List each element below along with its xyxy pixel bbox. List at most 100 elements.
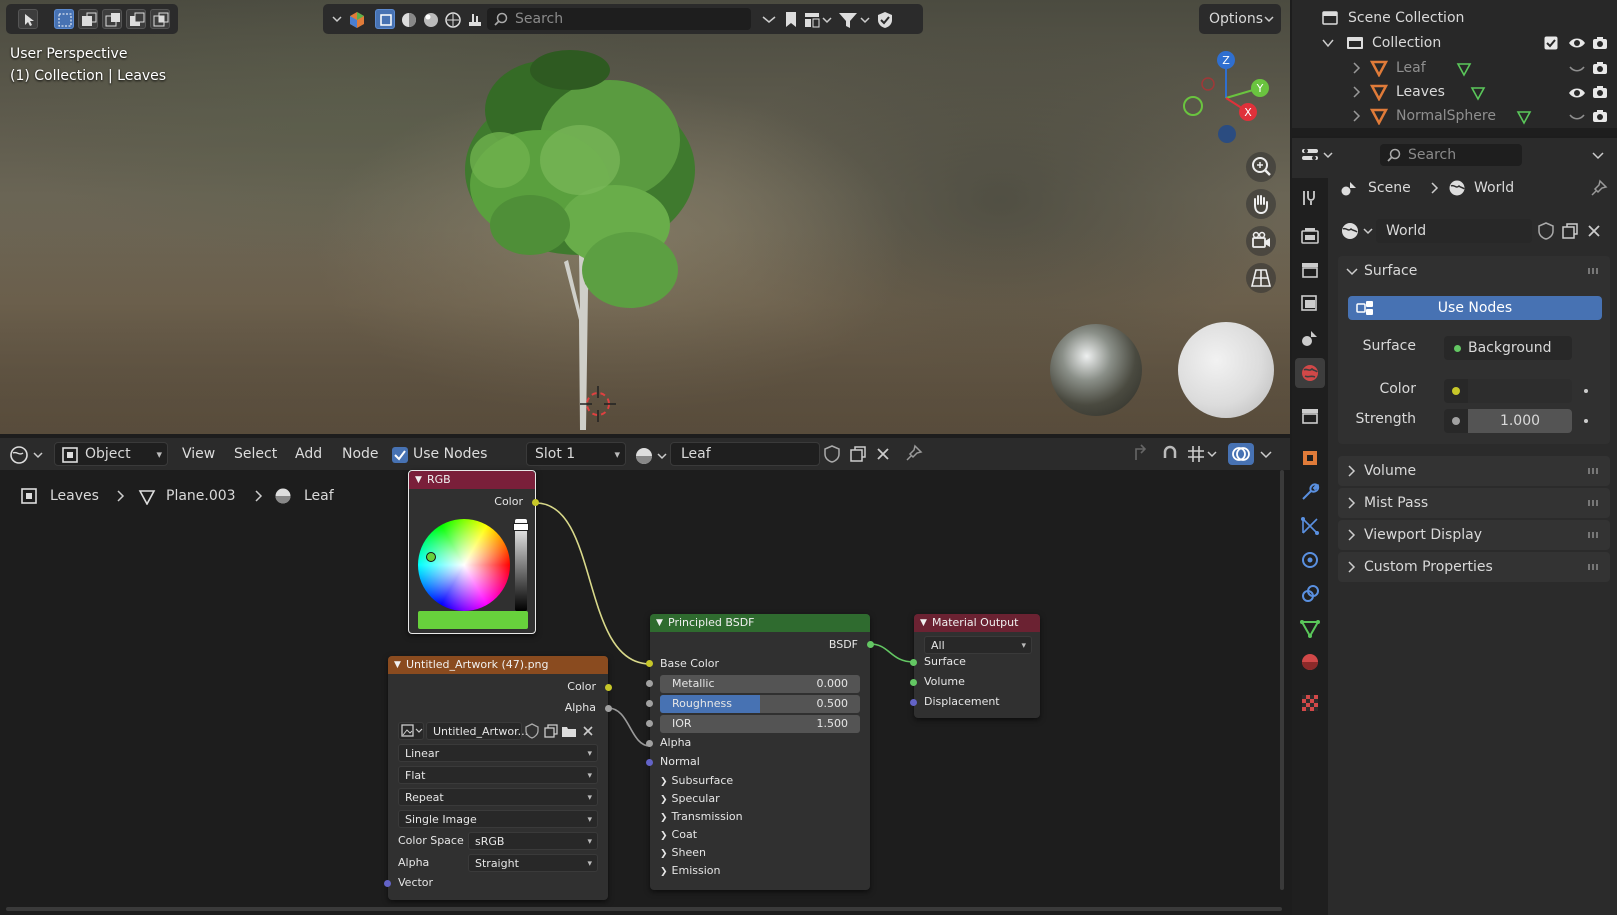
chevron-right-icon[interactable] [1352, 86, 1362, 98]
chevron-down-icon[interactable]: ▼ [656, 614, 663, 632]
outliner-scene-collection[interactable]: Scene Collection [1292, 6, 1617, 30]
image-name-field[interactable]: Untitled_Artwor... [426, 722, 528, 740]
material-tab-icon[interactable] [1299, 651, 1321, 673]
duplicate-icon[interactable] [848, 444, 868, 464]
orthographic-grid-icon[interactable] [1246, 263, 1276, 293]
object-tab-icon[interactable] [1299, 447, 1321, 469]
chevron-down-icon[interactable] [759, 11, 779, 27]
surface-input-socket[interactable] [910, 659, 917, 666]
strength-socket-button[interactable] [1444, 409, 1468, 433]
keyframe-dot-icon[interactable] [1584, 389, 1588, 393]
tool-tab-icon[interactable] [1299, 187, 1321, 209]
menu-node[interactable]: Node [342, 444, 379, 464]
filter-icon[interactable] [837, 10, 871, 30]
drag-grip-icon[interactable] [1588, 564, 1600, 570]
camera-render-icon[interactable] [1592, 108, 1608, 124]
collection-tab-icon[interactable] [1299, 405, 1321, 427]
volume-input-socket[interactable] [910, 679, 917, 686]
roughness-field[interactable]: Roughness 0.500 [660, 695, 860, 713]
color-wheel[interactable] [418, 519, 510, 611]
outliner-scrollbar-track[interactable] [1292, 128, 1617, 136]
modifier-tab-icon[interactable] [1299, 481, 1321, 503]
image-texture-node[interactable]: ▼ Untitled_Artwork (47).png Color Alpha … [384, 656, 612, 900]
outliner-item[interactable]: NormalSphere [1292, 104, 1617, 128]
bsdf-subpanel-transmission[interactable]: ❯ Transmission [660, 810, 743, 823]
bsdf-subpanel-emission[interactable]: ❯ Emission [660, 864, 721, 877]
object-mode-dropdown[interactable]: Object ▾ [54, 442, 168, 466]
pan-hand-icon[interactable] [1246, 189, 1276, 219]
shield-check-icon[interactable] [875, 10, 895, 30]
bsdf-subpanel-coat[interactable]: ❯ Coat [660, 828, 697, 841]
color-socket-button[interactable] [1444, 379, 1468, 403]
camera-view-icon[interactable] [1246, 226, 1276, 256]
slot-dropdown[interactable]: Slot 1 ▾ [526, 442, 626, 466]
navigation-gizmo[interactable]: Z Y X [1176, 48, 1276, 148]
menu-view[interactable]: View [182, 444, 215, 464]
ior-field[interactable]: IOR 1.500 [660, 715, 860, 733]
chevron-down-icon[interactable]: ▼ [415, 471, 422, 489]
drag-grip-icon[interactable] [1588, 468, 1600, 474]
viewport-search-input[interactable]: Search [487, 8, 751, 30]
shading-rendered-icon[interactable] [443, 10, 463, 30]
editor-type-icon[interactable] [8, 444, 48, 466]
rgb-node[interactable]: ▼ RGB Color [408, 470, 539, 634]
bsdf-subpanel-subsurface[interactable]: ❯ Subsurface [660, 774, 733, 787]
world-tab-icon[interactable] [1295, 358, 1325, 388]
image-node-header[interactable]: ▼ Untitled_Artwork (47).png [388, 656, 608, 674]
bookmark-icon[interactable] [783, 10, 799, 30]
camera-render-icon[interactable] [1592, 60, 1608, 76]
collapsed-panel-header[interactable]: Mist Pass [1338, 488, 1610, 518]
tree-model[interactable] [440, 50, 720, 430]
editor-type-icon[interactable] [1300, 144, 1336, 168]
bsdf-node-header[interactable]: ▼ Principled BSDF [650, 614, 870, 632]
outliner-item[interactable]: Leaves [1292, 80, 1617, 104]
mesh-data-icon[interactable] [1470, 85, 1486, 101]
shading-material-icon[interactable] [421, 10, 441, 30]
breadcrumb-world[interactable]: World [1474, 178, 1514, 198]
drag-grip-icon[interactable] [1588, 500, 1600, 506]
menu-add[interactable]: Add [295, 444, 322, 464]
eye-icon[interactable] [1568, 36, 1586, 50]
display-filter-icon[interactable] [803, 10, 833, 30]
select-box-subtract-icon[interactable] [102, 9, 122, 29]
colorspace-dropdown[interactable]: sRGB ▾ [468, 832, 598, 850]
chevron-down-icon[interactable] [1322, 37, 1334, 49]
node-editor-canvas[interactable]: Leaves Plane.003 Leaf ▼ RGB Color ▼ Unti… [0, 470, 1290, 915]
menu-select[interactable]: Select [234, 444, 277, 464]
node-vertical-scrollbar[interactable] [1280, 470, 1284, 890]
roughness-input-socket[interactable] [646, 700, 653, 707]
checkbox-icon[interactable] [1544, 36, 1558, 50]
color-wheel-cursor[interactable] [426, 552, 436, 562]
bsdf-subpanel-specular[interactable]: ❯ Specular [660, 792, 720, 805]
material-output-node[interactable]: ▼ Material Output All ▾ Surface Volume Di… [910, 614, 1040, 718]
chevron-down-icon[interactable]: ▼ [394, 656, 401, 674]
snap-magnet-icon[interactable] [1160, 444, 1180, 464]
color-swatch[interactable] [1468, 379, 1572, 403]
camera-render-icon[interactable] [1592, 35, 1608, 51]
image-browse-icon[interactable] [398, 722, 424, 740]
view-layer-tab-icon[interactable] [1299, 293, 1321, 315]
chevron-down-icon[interactable] [1588, 145, 1608, 165]
image-color-output-socket[interactable] [605, 684, 612, 691]
bsdf-subpanel-sheen[interactable]: ❯ Sheen [660, 846, 706, 859]
normal-input-socket[interactable] [646, 759, 653, 766]
outliner-item[interactable]: Leaf [1292, 56, 1617, 80]
output-node-header[interactable]: ▼ Material Output [914, 614, 1040, 632]
options-button[interactable]: Options [1199, 4, 1281, 34]
particles-tab-icon[interactable] [1299, 515, 1321, 537]
zoom-icon[interactable] [1246, 152, 1276, 182]
breadcrumb-scene[interactable]: Scene [1368, 178, 1411, 198]
drag-grip-icon[interactable] [1588, 268, 1600, 274]
close-icon[interactable] [873, 444, 893, 464]
displacement-input-socket[interactable] [910, 699, 917, 706]
surface-shader-field[interactable]: Background [1444, 336, 1572, 360]
shading-solid-icon[interactable] [399, 10, 419, 30]
alpha-mode-dropdown[interactable]: Straight ▾ [468, 854, 598, 872]
properties-search-input[interactable]: Search [1380, 144, 1522, 166]
use-nodes-label[interactable]: Use Nodes [413, 444, 487, 464]
ior-input-socket[interactable] [646, 720, 653, 727]
select-box-extend-icon[interactable] [78, 9, 98, 29]
strength-field[interactable]: 1.000 [1468, 409, 1572, 433]
rgb-color-swatch[interactable] [418, 611, 528, 629]
chevron-right-icon[interactable] [1352, 110, 1362, 122]
